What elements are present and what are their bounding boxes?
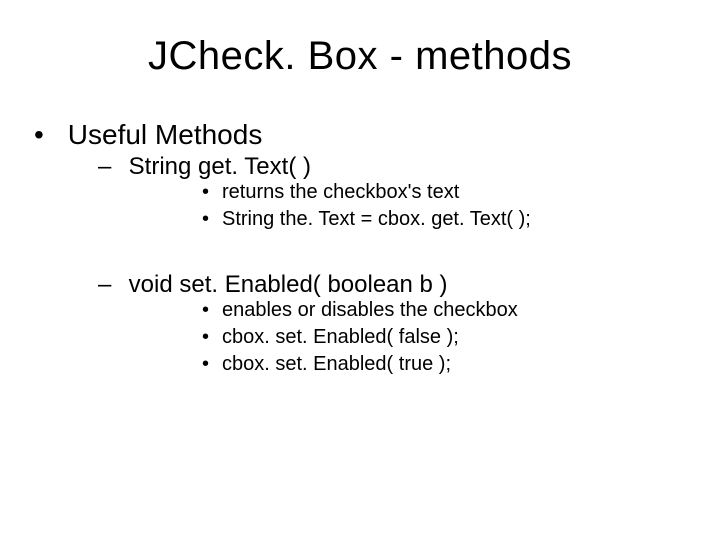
useful-methods-label: Useful Methods: [68, 119, 263, 150]
gettext-desc: returns the checkbox's text: [222, 181, 680, 204]
method-gettext-label: String get. Text( ): [129, 153, 311, 180]
setenabled-example-true: cbox. set. Enabled( true );: [222, 353, 680, 376]
method-setenabled-item: void set. Enabled( boolean b ) enables o…: [122, 271, 680, 376]
useful-methods-item: Useful Methods String get. Text( ) retur…: [60, 119, 680, 376]
setenabled-desc: enables or disables the checkbox: [222, 299, 680, 322]
setenabled-example-false: cbox. set. Enabled( false );: [222, 326, 680, 349]
slide-title: JCheck. Box - methods: [40, 34, 680, 79]
bullet-level-3: enables or disables the checkbox cbox. s…: [122, 299, 680, 376]
bullet-level-2: String get. Text( ) returns the checkbox…: [60, 153, 680, 231]
method-gettext-item: String get. Text( ) returns the checkbox…: [122, 153, 680, 231]
bullet-level-1: Useful Methods String get. Text( ) retur…: [40, 119, 680, 376]
bullet-level-3: returns the checkbox's text String the. …: [122, 181, 680, 231]
spacer: [60, 239, 680, 269]
slide: JCheck. Box - methods Useful Methods Str…: [0, 0, 720, 540]
method-setenabled-label: void set. Enabled( boolean b ): [129, 271, 448, 298]
gettext-example: String the. Text = cbox. get. Text( );: [222, 208, 680, 231]
bullet-level-2: void set. Enabled( boolean b ) enables o…: [60, 271, 680, 376]
